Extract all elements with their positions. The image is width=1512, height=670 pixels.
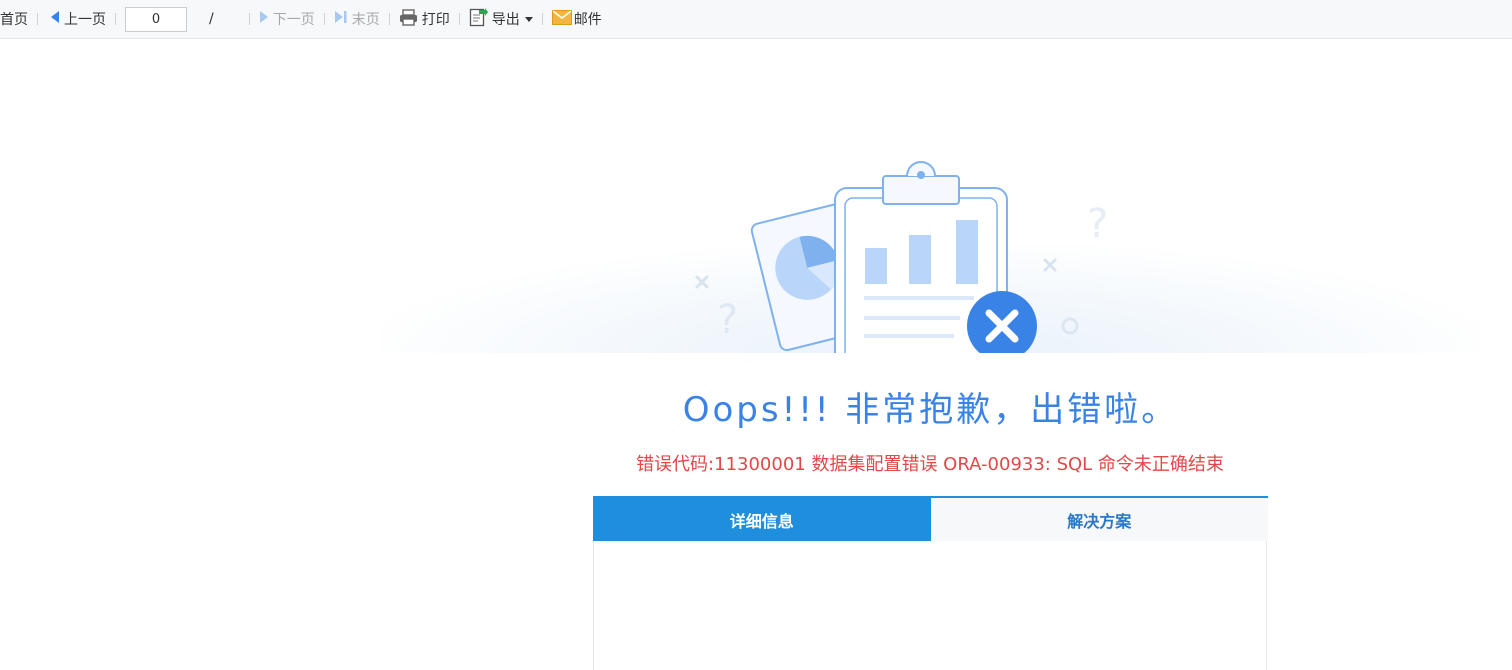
toolbar-divider [458, 13, 460, 25]
chevron-down-icon [524, 16, 533, 22]
tab-solution-label: 解决方案 [1067, 511, 1132, 531]
export-label: 导出 [491, 12, 520, 28]
export-dropdown[interactable]: 导出 [469, 0, 533, 39]
toolbar-divider [248, 13, 250, 25]
toolbar-divider [37, 13, 38, 25]
triangle-left-icon [50, 10, 60, 28]
first-page-button[interactable]: 首页 [0, 0, 28, 39]
clipboard-chart-error-illustration: ? ? [695, 161, 1108, 355]
page-separator: / [209, 11, 214, 27]
svg-text:?: ? [1087, 201, 1108, 247]
export-icon [469, 7, 488, 31]
tab-content-panel [593, 541, 1267, 670]
last-page-button[interactable]: 末页 [334, 0, 380, 39]
error-tabs: 详细信息 解决方案 [593, 496, 1268, 541]
envelope-icon [551, 9, 572, 29]
illustration-cut [380, 353, 1480, 355]
printer-icon [399, 8, 418, 30]
toolbar-divider [541, 13, 543, 25]
page-number-input[interactable] [125, 6, 187, 32]
print-label: 打印 [421, 12, 450, 28]
next-page-label: 下一页 [272, 12, 315, 28]
toolbar-divider [115, 13, 116, 25]
prev-page-button[interactable]: 上一页 [50, 0, 106, 39]
tab-details-label: 详细信息 [729, 511, 794, 531]
prev-page-label: 上一页 [64, 12, 106, 28]
print-button[interactable]: 打印 [399, 0, 450, 39]
tab-solution[interactable]: 解决方案 [930, 498, 1268, 541]
error-code-message: 错误代码:11300001 数据集配置错误 ORA-00933: SQL 命令未… [636, 454, 1224, 475]
first-page-label: 首页 [0, 12, 28, 28]
mail-label: 邮件 [573, 12, 602, 28]
tab-details[interactable]: 详细信息 [593, 498, 931, 541]
next-page-button[interactable]: 下一页 [259, 0, 315, 39]
report-toolbar: 首页 上一页 / 下一页 末页 打印 [0, 0, 1512, 39]
triangle-right-icon [259, 10, 269, 28]
toolbar-divider [323, 13, 325, 25]
toolbar-divider [388, 13, 390, 25]
skip-end-icon [334, 10, 348, 28]
error-illustration: ? ? [380, 150, 1480, 355]
mail-button[interactable]: 邮件 [551, 0, 602, 39]
error-title: Oops!!! 非常抱歉，出错啦。 [682, 390, 1179, 430]
svg-text:?: ? [717, 297, 738, 343]
last-page-label: 末页 [351, 12, 380, 28]
